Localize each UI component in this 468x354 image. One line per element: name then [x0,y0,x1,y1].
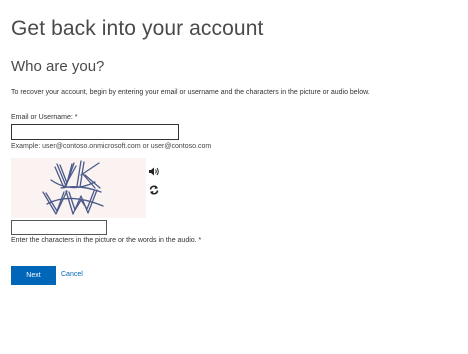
username-label: Email or Username: * [11,114,78,121]
refresh-icon[interactable] [148,183,160,195]
section-title: Who are you? [11,58,105,75]
cancel-link[interactable]: Cancel [61,271,83,278]
username-example: Example: user@contoso.onmicrosoft.com or… [11,143,212,150]
instructions-text: To recover your account, begin by enteri… [11,89,370,96]
username-input[interactable] [11,124,179,140]
captcha-glyphs [42,160,104,215]
page-title: Get back into your account [11,17,264,40]
captcha-image [11,158,146,218]
captcha-help-text: Enter the characters in the picture or t… [11,237,202,244]
captcha-input[interactable] [11,220,107,235]
speaker-icon[interactable] [148,164,160,176]
next-button[interactable]: Next [11,266,56,285]
